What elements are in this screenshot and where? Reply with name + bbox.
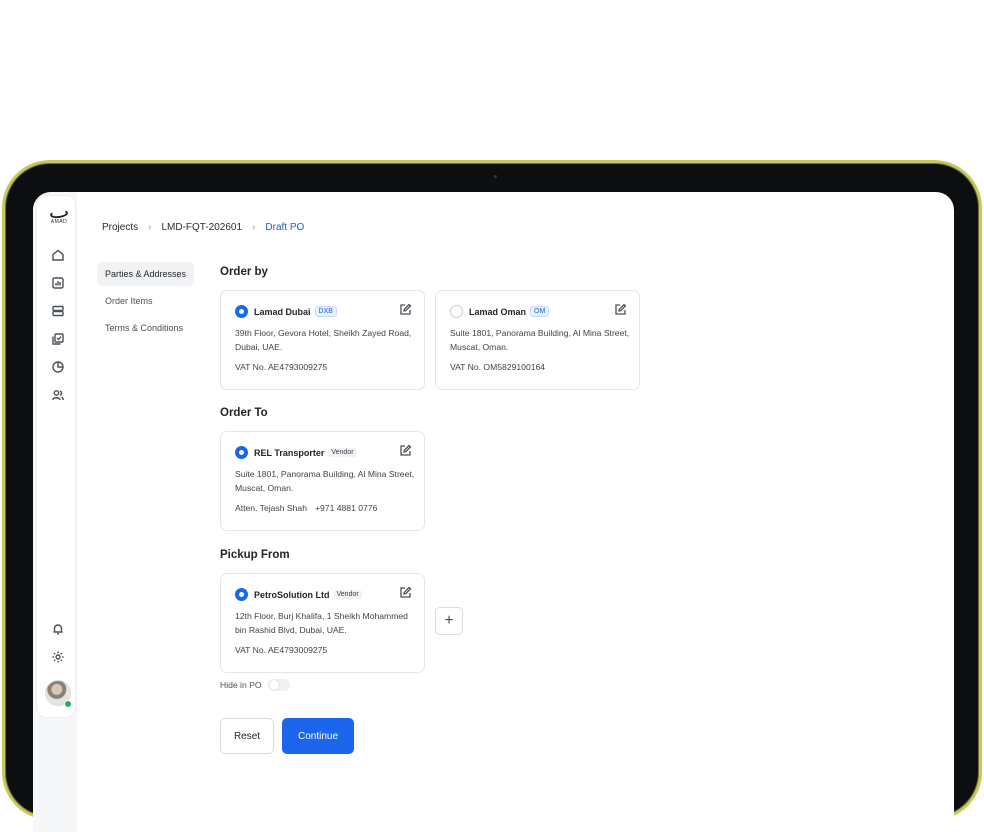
party-address: 12th Floor, Burj Khalifa, 1 Sheikh Moham… <box>235 611 408 635</box>
users-icon[interactable] <box>51 388 65 402</box>
vendor-badge: Vendor <box>328 448 357 457</box>
pickup-from-card[interactable]: PetroSolution Ltd Vendor 12th Floor, Bur… <box>220 573 425 673</box>
card-header: Lamad Dubai DXB <box>235 305 337 318</box>
party-address: 39th Floor, Gevora Hotel, Sheikh Zayed R… <box>235 328 412 352</box>
device-frame: AMAD Projects › LMD-FQT-202601 › Draft P… <box>2 160 982 832</box>
edit-icon[interactable] <box>399 303 412 316</box>
contact-name: Atten. Tejash Shah <box>235 503 307 513</box>
vendor-badge: Vendor <box>333 590 362 599</box>
breadcrumb: Projects › LMD-FQT-202601 › Draft PO <box>102 222 304 233</box>
radio-selected[interactable] <box>235 305 248 318</box>
section-nav-terms[interactable]: Terms & Conditions <box>97 316 194 340</box>
hide-in-po-row: Hide in PO <box>220 679 290 691</box>
party-vat: VAT No. AE4793009275 <box>235 645 328 655</box>
chevron-right-icon: › <box>148 222 152 233</box>
reset-button[interactable]: Reset <box>220 718 274 754</box>
breadcrumb-current: Draft PO <box>265 222 305 233</box>
party-contact: Atten. Tejash Shah +971 4881 0776 <box>235 503 377 513</box>
camera <box>494 175 497 178</box>
order-to-card[interactable]: REL Transporter Vendor Suite 1801, Panor… <box>220 431 425 531</box>
breadcrumb-projects[interactable]: Projects <box>102 222 138 233</box>
settings-icon[interactable] <box>51 650 65 664</box>
home-icon[interactable] <box>51 248 65 262</box>
bell-icon[interactable] <box>51 622 65 636</box>
radio-selected[interactable] <box>235 588 248 601</box>
section-nav-order-items[interactable]: Order Items <box>97 289 194 313</box>
radio-selected[interactable] <box>235 446 248 459</box>
edit-icon[interactable] <box>614 303 627 316</box>
order-by-card-oman[interactable]: Lamad Oman OM Suite 1801, Panorama Build… <box>435 290 640 390</box>
edit-icon[interactable] <box>399 444 412 457</box>
section-nav-parties[interactable]: Parties & Addresses <box>97 262 194 286</box>
section-nav: Parties & Addresses Order Items Terms & … <box>97 262 194 343</box>
party-name: Lamad Oman <box>469 306 527 317</box>
party-address: Suite 1801, Panorama Building, Al Mina S… <box>450 328 630 352</box>
breadcrumb-project-id[interactable]: LMD-FQT-202601 <box>161 222 242 233</box>
party-name: Lamad Dubai <box>254 306 311 317</box>
card-header: PetroSolution Ltd Vendor <box>235 588 362 601</box>
card-header: REL Transporter Vendor <box>235 446 357 459</box>
party-code-badge: DXB <box>314 306 337 317</box>
logo-mark-icon <box>49 208 69 220</box>
party-name: REL Transporter <box>254 447 325 458</box>
party-address: Suite 1801, Panorama Building, Al Mina S… <box>235 469 415 493</box>
sidebar-rail: AMAD <box>36 195 76 718</box>
pickup-from-title: Pickup From <box>220 549 290 561</box>
card-header: Lamad Oman OM <box>450 305 550 318</box>
logo-text: AMAD <box>50 219 68 225</box>
radio-unselected[interactable] <box>450 305 463 318</box>
reports-icon[interactable] <box>51 276 65 290</box>
continue-button[interactable]: Continue <box>282 718 354 754</box>
order-by-title: Order by <box>220 266 268 278</box>
party-code-badge: OM <box>530 306 550 317</box>
chevron-right-icon: › <box>252 222 256 233</box>
order-to-title: Order To <box>220 407 268 419</box>
party-vat: VAT No. AE4793009275 <box>235 362 328 372</box>
hide-in-po-label: Hide in PO <box>220 680 262 690</box>
hide-in-po-toggle[interactable] <box>267 679 290 691</box>
order-by-card-dubai[interactable]: Lamad Dubai DXB 39th Floor, Gevora Hotel… <box>220 290 425 390</box>
analytics-icon[interactable] <box>51 360 65 374</box>
party-name: PetroSolution Ltd <box>254 589 330 600</box>
tasks-icon[interactable] <box>51 332 65 346</box>
edit-icon[interactable] <box>399 586 412 599</box>
party-vat: VAT No. OM5829100164 <box>450 362 546 372</box>
layers-icon[interactable] <box>51 304 65 318</box>
contact-phone: +971 4881 0776 <box>315 503 378 513</box>
online-status-dot <box>64 700 72 708</box>
sidebar: AMAD <box>33 192 77 832</box>
add-pickup-button[interactable]: + <box>435 607 463 635</box>
app-logo[interactable]: AMAD <box>49 208 69 230</box>
app-screen: AMAD Projects › LMD-FQT-202601 › Draft P… <box>33 192 954 832</box>
